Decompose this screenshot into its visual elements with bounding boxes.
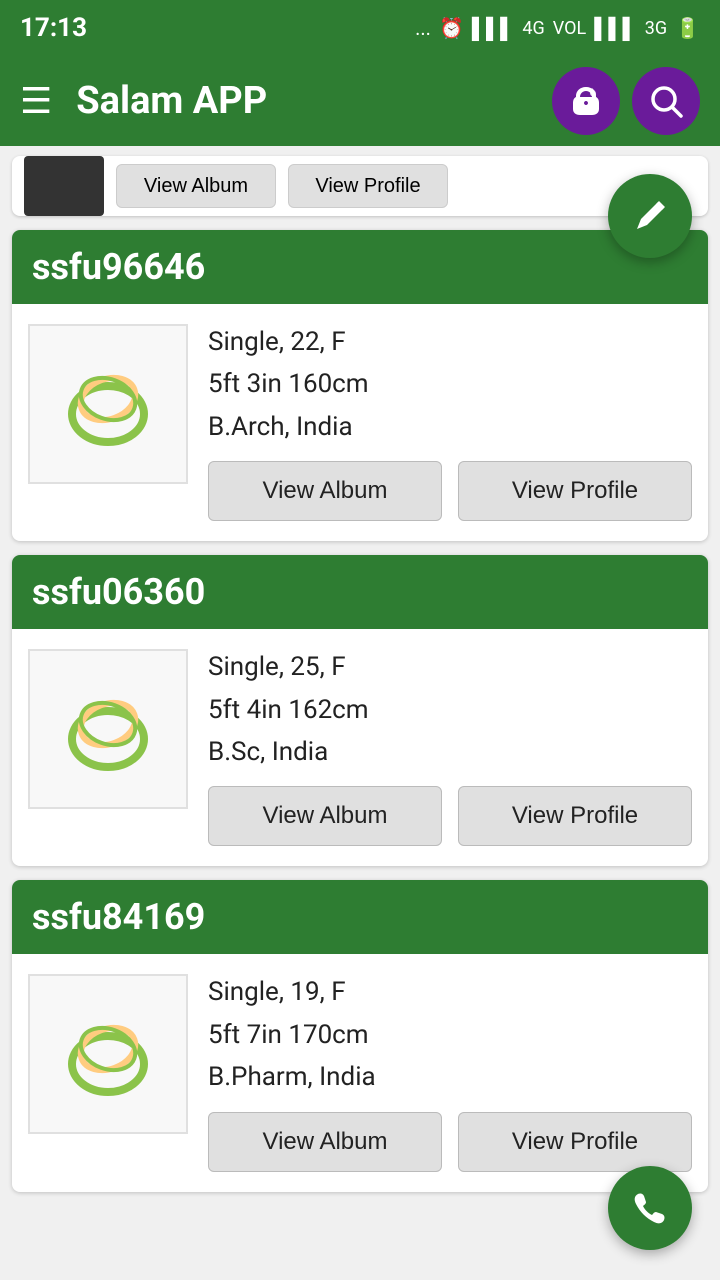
username-2: ssfu84169	[32, 896, 205, 938]
main-content: View Album View Profile ssfu96646	[0, 156, 720, 1192]
pencil-icon	[631, 197, 669, 235]
view-album-button-1[interactable]: View Album	[208, 786, 442, 846]
card-body-0: Single, 22, F 5ft 3in 160cm B.Arch, Indi…	[12, 304, 708, 541]
view-album-button-0[interactable]: View Album	[208, 461, 442, 521]
card-info-1: Single, 25, F 5ft 4in 162cm B.Sc, India …	[208, 649, 692, 846]
partial-view-album-button[interactable]: View Album	[116, 164, 276, 208]
card-buttons-0: View Album View Profile	[208, 461, 692, 521]
card-buttons-2: View Album View Profile	[208, 1112, 692, 1172]
user-shield-button[interactable]	[552, 67, 620, 135]
card-header-1: ssfu06360	[12, 555, 708, 629]
status-bar: 17:13 ... ⏰ ▌▌▌ 4G VOL ▌▌▌ 3G 🔋	[0, 0, 720, 56]
card-education-country-2: B.Pharm, India	[208, 1059, 692, 1095]
avatar-2	[28, 974, 188, 1134]
user-shield-icon	[568, 83, 604, 119]
view-profile-button-0[interactable]: View Profile	[458, 461, 692, 521]
app-header: ☰ Salam APP	[0, 56, 720, 146]
salam-logo-1	[48, 669, 168, 789]
card-header-2: ssfu84169	[12, 880, 708, 954]
username-1: ssfu06360	[32, 571, 205, 613]
card-buttons-1: View Album View Profile	[208, 786, 692, 846]
card-education-country-0: B.Arch, India	[208, 409, 692, 445]
search-icon	[647, 82, 685, 120]
view-profile-button-1[interactable]: View Profile	[458, 786, 692, 846]
card-height-0: 5ft 3in 160cm	[208, 366, 692, 402]
partial-card: View Album View Profile	[12, 156, 708, 216]
menu-icon[interactable]: ☰	[20, 80, 52, 122]
profile-card-0: ssfu96646 Single, 22, F 5ft 3in 160cm B.…	[12, 230, 708, 541]
card-education-country-1: B.Sc, India	[208, 734, 692, 770]
card-status-age-gender-1: Single, 25, F	[208, 649, 692, 685]
avatar-0	[28, 324, 188, 484]
phone-icon	[630, 1188, 670, 1228]
partial-view-profile-button[interactable]: View Profile	[288, 164, 448, 208]
edit-fab-button[interactable]	[608, 174, 692, 258]
card-info-0: Single, 22, F 5ft 3in 160cm B.Arch, Indi…	[208, 324, 692, 521]
card-info-2: Single, 19, F 5ft 7in 170cm B.Pharm, Ind…	[208, 974, 692, 1171]
card-header-0: ssfu96646	[12, 230, 708, 304]
status-time: 17:13	[20, 13, 87, 43]
view-profile-button-2[interactable]: View Profile	[458, 1112, 692, 1172]
partial-avatar	[24, 156, 104, 216]
status-icons: ... ⏰ ▌▌▌ 4G VOL ▌▌▌ 3G 🔋	[415, 16, 700, 41]
app-title: Salam APP	[76, 79, 267, 123]
card-status-age-gender-2: Single, 19, F	[208, 974, 692, 1010]
avatar-1	[28, 649, 188, 809]
card-body-1: Single, 25, F 5ft 4in 162cm B.Sc, India …	[12, 629, 708, 866]
view-album-button-2[interactable]: View Album	[208, 1112, 442, 1172]
card-height-2: 5ft 7in 170cm	[208, 1017, 692, 1053]
card-height-1: 5ft 4in 162cm	[208, 692, 692, 728]
salam-logo-2	[48, 994, 168, 1114]
phone-fab-button[interactable]	[608, 1166, 692, 1250]
salam-logo-0	[48, 344, 168, 464]
profile-card-1: ssfu06360 Single, 25, F 5ft 4in 162cm B.…	[12, 555, 708, 866]
card-body-2: Single, 19, F 5ft 7in 170cm B.Pharm, Ind…	[12, 954, 708, 1191]
profile-card-2: ssfu84169 Single, 19, F 5ft 7in 170cm B.…	[12, 880, 708, 1191]
header-actions	[552, 67, 700, 135]
search-button[interactable]	[632, 67, 700, 135]
username-0: ssfu96646	[32, 246, 205, 288]
card-status-age-gender-0: Single, 22, F	[208, 324, 692, 360]
